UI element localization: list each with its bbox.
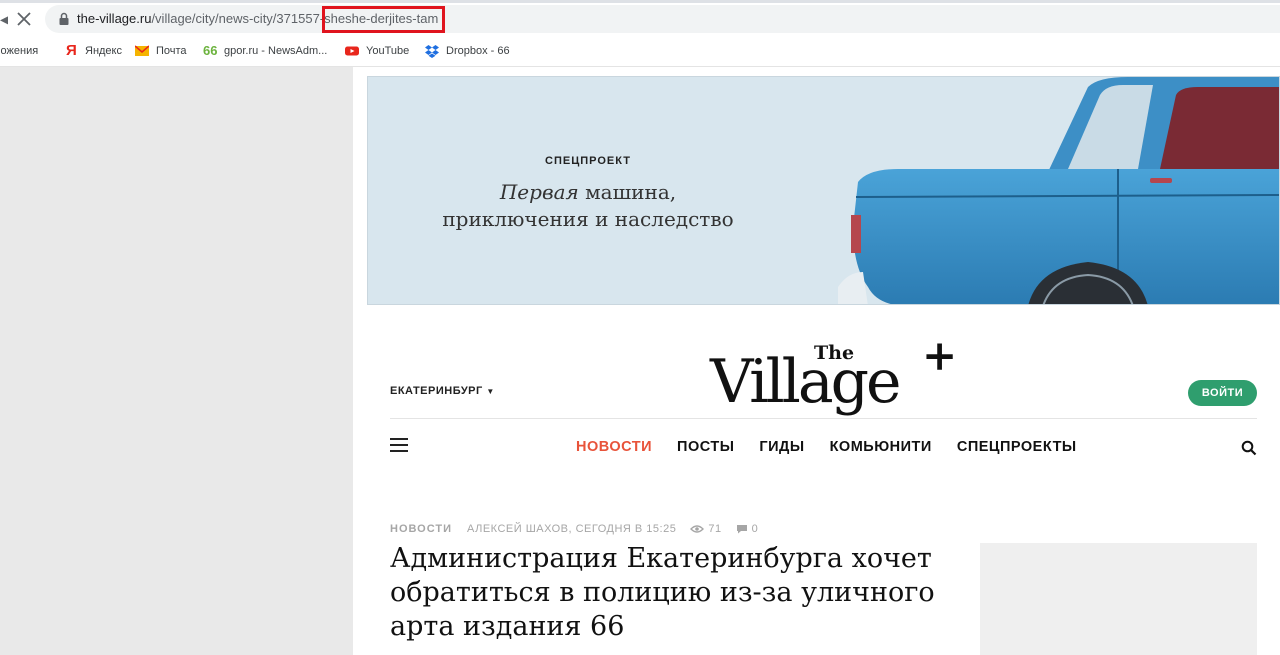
views-count: 71 <box>708 523 722 535</box>
city-label: ЕКАТЕРИНБУРГ <box>390 385 483 397</box>
bookmark-label: ложения <box>0 45 39 57</box>
browser-toolbar: ◀ the-village.ru/village/city/news-city/… <box>0 0 1280 37</box>
bookmark-label: gpor.ru - NewsAdm... <box>224 45 328 57</box>
bookmark-label: Яндекс <box>85 45 122 57</box>
nav-item-posts[interactable]: ПОСТЫ <box>677 439 734 455</box>
bookmark-yandex[interactable]: Я Яндекс <box>64 41 122 61</box>
url-highlight-box <box>322 6 445 33</box>
sidebar-placeholder <box>980 543 1257 655</box>
article-headline[interactable]: Администрация Екатеринбурга хочет обрати… <box>390 542 950 644</box>
page-side-background <box>0 67 353 655</box>
comments-count: 0 <box>751 523 759 535</box>
comment-icon <box>736 525 747 534</box>
banner-title: Первая машина, приключения и наследство <box>368 179 808 233</box>
bookmark-label: Почта <box>156 45 187 57</box>
bookmark-mail[interactable]: Почта <box>135 41 187 61</box>
banner-title-line2: приключения и наследство <box>442 207 734 231</box>
mail-icon <box>135 45 149 56</box>
bookmark-label: Dropbox - 66 <box>446 45 510 57</box>
close-icon[interactable] <box>14 9 34 29</box>
views-counter: 71 <box>690 523 721 535</box>
logo-word: Village <box>710 347 902 417</box>
banner-label: СПЕЦПРОЕКТ <box>545 155 631 167</box>
yandex-icon: Я <box>66 42 77 59</box>
article-meta: НОВОСТИ АЛЕКСЕЙ ШАХОВ, СЕГОДНЯ В 15:25 7… <box>390 523 758 535</box>
menu-icon[interactable] <box>390 438 408 452</box>
url-domain: the-village.ru <box>77 11 152 26</box>
car-image <box>838 77 1279 304</box>
address-bar[interactable]: the-village.ru/village/city/news-city/37… <box>45 5 1280 33</box>
plus-icon: + <box>922 331 958 380</box>
nav-item-news[interactable]: НОВОСТИ <box>576 439 652 455</box>
nav-item-guides[interactable]: ГИДЫ <box>759 439 804 455</box>
site-main: ЕКАТЕРИНБУРГ ▼ The Village + ВОЙТИ НОВОС… <box>353 315 1280 655</box>
bookmark-youtube[interactable]: YouTube <box>345 41 409 61</box>
bookmark-dropbox[interactable]: Dropbox - 66 <box>425 41 510 61</box>
dropbox-icon <box>425 45 439 58</box>
eye-icon <box>690 525 705 533</box>
tab-strip-edge <box>0 0 1280 3</box>
bookmarks-bar: ложения Я Яндекс Почта 66 gpor.ru - News… <box>0 37 1280 67</box>
bookmark-label: YouTube <box>366 45 410 57</box>
search-icon[interactable] <box>1241 440 1257 456</box>
banner-title-rest: машина, <box>578 180 677 204</box>
youtube-icon <box>345 46 359 56</box>
chevron-down-icon: ▼ <box>486 387 495 396</box>
article-author-time: АЛЕКСЕЙ ШАХОВ, СЕГОДНЯ В 15:25 <box>467 523 677 535</box>
article-category[interactable]: НОВОСТИ <box>390 523 452 535</box>
banner-title-italic: Первая <box>499 180 579 204</box>
nav-item-special-projects[interactable]: СПЕЦПРОЕКТЫ <box>957 439 1077 455</box>
bookmark-apps[interactable]: ложения <box>0 41 38 61</box>
city-selector[interactable]: ЕКАТЕРИНБУРГ ▼ <box>390 385 495 397</box>
main-nav: НОВОСТИ ПОСТЫ ГИДЫ КОМЬЮНИТИ СПЕЦПРОЕКТЫ <box>576 439 1077 455</box>
bookmark-gpor[interactable]: 66 gpor.ru - NewsAdm... <box>203 41 327 61</box>
header-divider <box>390 418 1257 419</box>
special-project-banner[interactable]: СПЕЦПРОЕКТ Первая машина, приключения и н… <box>367 76 1280 305</box>
site-logo[interactable]: The Village + <box>710 331 957 427</box>
nav-item-community[interactable]: КОМЬЮНИТИ <box>830 439 932 455</box>
comments-counter[interactable]: 0 <box>736 523 759 535</box>
gpor-icon: 66 <box>203 43 218 58</box>
lock-icon[interactable] <box>57 12 71 26</box>
login-button[interactable]: ВОЙТИ <box>1188 380 1257 406</box>
back-icon[interactable]: ◀ <box>0 11 8 27</box>
